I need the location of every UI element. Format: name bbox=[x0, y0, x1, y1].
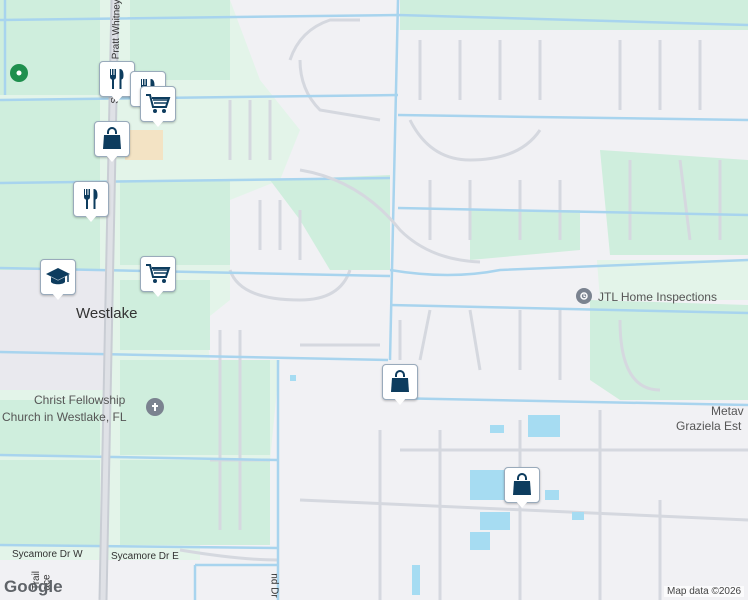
shopping-bag-icon bbox=[513, 473, 531, 495]
street-label-sycamore-w: Sycamore Dr W bbox=[12, 549, 83, 560]
restaurant-icon bbox=[84, 189, 98, 209]
shopping-pin-2[interactable] bbox=[382, 364, 418, 406]
restaurant-icon bbox=[110, 69, 124, 89]
school-icon bbox=[46, 268, 70, 285]
park-poi-icon[interactable] bbox=[10, 64, 28, 82]
school-pin[interactable] bbox=[40, 259, 76, 301]
town-label: Westlake bbox=[76, 305, 138, 322]
grocery-cart-icon bbox=[146, 264, 171, 283]
church-label-line1: Christ Fellowship bbox=[34, 393, 126, 407]
grocery-cart-icon bbox=[146, 94, 171, 113]
grocery-pin-2[interactable] bbox=[140, 256, 176, 298]
street-label-bottom-dr: nd Dr bbox=[268, 573, 280, 598]
street-label-sycamore-e: Sycamore Dr E bbox=[111, 551, 179, 562]
commercial-area bbox=[125, 130, 163, 160]
google-logo: Google bbox=[4, 577, 63, 596]
grocery-pin-1[interactable] bbox=[140, 86, 176, 128]
business-icon[interactable] bbox=[576, 288, 592, 304]
business-label: JTL Home Inspections bbox=[598, 290, 717, 304]
area-label-line2: Graziela Est bbox=[676, 419, 742, 433]
church-icon[interactable] bbox=[146, 398, 164, 416]
shopping-pin-1[interactable] bbox=[94, 121, 130, 163]
shopping-bag-icon bbox=[103, 127, 121, 149]
shopping-pin-3[interactable] bbox=[504, 467, 540, 509]
shopping-bag-icon bbox=[391, 370, 409, 392]
map-data-attribution[interactable]: Map data ©2026 bbox=[664, 586, 745, 597]
area-label-line1: Metav bbox=[711, 404, 744, 418]
restaurant-pin-3[interactable] bbox=[73, 181, 109, 223]
church-label-line2: Church in Westlake, FL bbox=[2, 410, 127, 424]
